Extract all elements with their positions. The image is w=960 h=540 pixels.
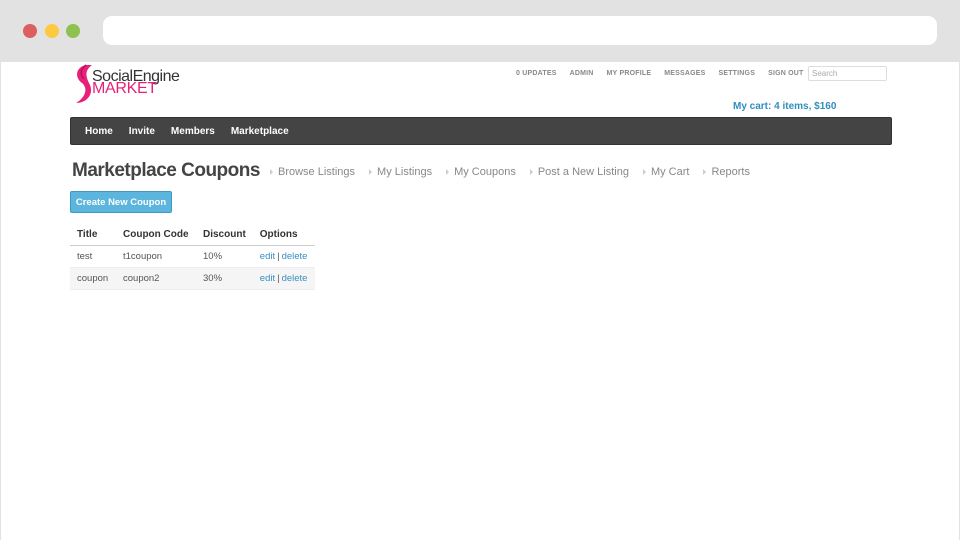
bullet-arrow-icon <box>369 169 373 175</box>
page-title: Marketplace Coupons <box>72 160 260 181</box>
sub-nav-my-cart[interactable]: My Cart <box>642 166 689 178</box>
browser-chrome <box>0 0 960 62</box>
sub-nav-browse-listings[interactable]: Browse Listings <box>270 166 355 178</box>
mini-nav-messages[interactable]: MESSAGES <box>664 70 705 77</box>
mini-nav-admin[interactable]: ADMIN <box>570 70 594 77</box>
mini-nav-my-profile[interactable]: MY PROFILE <box>607 70 652 77</box>
table-row: coupon coupon2 30% edit | delete <box>70 267 315 290</box>
edit-link[interactable]: edit <box>260 273 275 284</box>
cart-link[interactable]: My cart: 4 items, $160 <box>733 101 836 112</box>
bullet-arrow-icon <box>642 169 646 175</box>
mini-nav-settings[interactable]: SETTINGS <box>718 70 755 77</box>
logo-text-market: MARKET <box>92 80 157 97</box>
cell-options: edit | delete <box>252 267 315 290</box>
header-title: Title <box>70 225 116 246</box>
separator: | <box>277 250 280 262</box>
delete-link[interactable]: delete <box>282 273 308 284</box>
header-options: Options <box>252 225 315 246</box>
cell-coupon-code: t1coupon <box>116 245 196 268</box>
sub-nav-reports[interactable]: Reports <box>703 166 750 178</box>
sub-nav-post-listing[interactable]: Post a New Listing <box>529 166 629 178</box>
table-row: test t1coupon 10% edit | delete <box>70 245 315 268</box>
main-nav-invite[interactable]: Invite <box>129 126 155 137</box>
create-new-coupon-button[interactable]: Create New Coupon <box>70 191 172 213</box>
bullet-arrow-icon <box>446 169 450 175</box>
sub-nav-my-listings[interactable]: My Listings <box>369 166 432 178</box>
search-input[interactable] <box>808 66 887 81</box>
separator: | <box>277 272 280 284</box>
cell-discount: 30% <box>196 267 253 290</box>
coupons-table: Title Coupon Code Discount Options test … <box>70 225 315 290</box>
bullet-arrow-icon <box>270 169 273 175</box>
main-nav-home[interactable]: Home <box>85 126 113 137</box>
bullet-arrow-icon <box>529 169 533 175</box>
sub-nav-my-coupons[interactable]: My Coupons <box>446 166 516 178</box>
main-nav-marketplace[interactable]: Marketplace <box>231 126 289 137</box>
maximize-window-button[interactable] <box>66 24 80 38</box>
marketplace-sub-nav: Browse Listings My Listings My Coupons P… <box>270 166 764 178</box>
cell-title: test <box>70 245 116 268</box>
table-header-row: Title Coupon Code Discount Options <box>70 225 315 246</box>
main-nav: Home Invite Members Marketplace <box>70 117 892 145</box>
mini-nav-sign-out[interactable]: SIGN OUT <box>768 70 803 77</box>
cell-discount: 10% <box>196 245 253 268</box>
cell-options: edit | delete <box>252 245 315 268</box>
address-bar[interactable] <box>103 16 937 45</box>
cell-coupon-code: coupon2 <box>116 267 196 290</box>
delete-link[interactable]: delete <box>282 251 308 262</box>
edit-link[interactable]: edit <box>260 251 275 262</box>
header-discount: Discount <box>196 225 253 246</box>
minimize-window-button[interactable] <box>45 24 59 38</box>
cell-title: coupon <box>70 267 116 290</box>
mini-nav: 0 UPDATES ADMIN MY PROFILE MESSAGES SETT… <box>510 70 817 77</box>
bullet-arrow-icon <box>703 169 707 175</box>
mini-nav-updates[interactable]: 0 UPDATES <box>516 70 557 77</box>
header-coupon-code: Coupon Code <box>116 225 196 246</box>
main-nav-members[interactable]: Members <box>171 126 215 137</box>
close-window-button[interactable] <box>23 24 37 38</box>
